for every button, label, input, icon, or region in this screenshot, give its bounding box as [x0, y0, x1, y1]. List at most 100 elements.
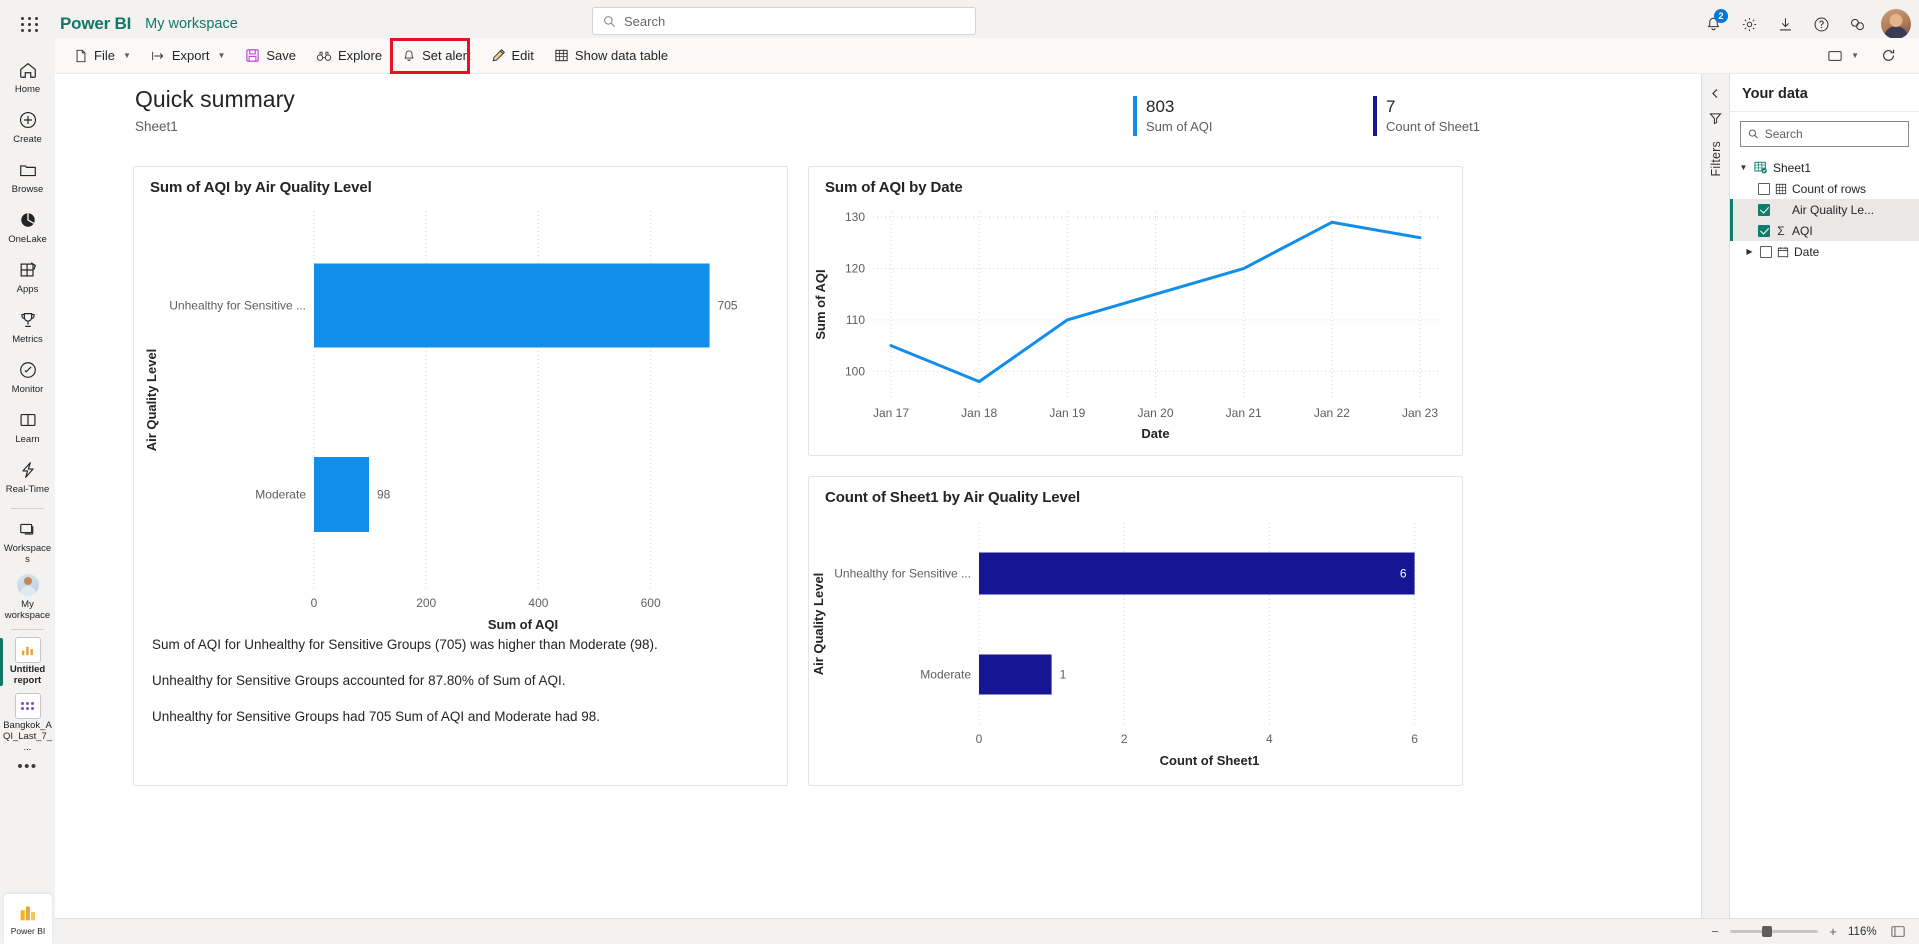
power-bi-footer-label: Power BI	[10, 926, 46, 936]
line-chart-sum-aqi-by-date[interactable]: 100 110 120 130 Jan 17 Jan 18 Jan 19 Jan 20 Jan …	[809, 200, 1462, 455]
tree-node-air-quality-level[interactable]: Air Quality Le...	[1730, 199, 1919, 220]
svg-text:Jan 21: Jan 21	[1226, 406, 1262, 420]
save-icon	[246, 49, 260, 62]
checkbox[interactable]	[1758, 203, 1770, 216]
explore-label: Explore	[338, 48, 383, 63]
chevron-left-icon[interactable]	[1705, 82, 1727, 104]
download-button[interactable]	[1767, 6, 1803, 42]
data-search-input[interactable]	[1764, 127, 1901, 141]
visual-card-count-by-level[interactable]: Count of Sheet1 by Air Quality Level Unh…	[808, 476, 1463, 786]
tree-node-count-of-rows[interactable]: Count of rows	[1730, 178, 1919, 199]
global-search[interactable]	[592, 7, 976, 35]
sidebar-label: My workspace	[4, 599, 51, 621]
tree-node-sheet1[interactable]: ▼ Sheet1	[1730, 157, 1919, 178]
brand-title[interactable]: Power BI	[60, 14, 131, 34]
kpi-card-count-sheet1[interactable]: 7 Count of Sheet1	[1373, 96, 1613, 136]
visual-card-sum-aqi-by-date[interactable]: Sum of AQI by Date 100 110 120 130 Jan 17 Jan…	[808, 166, 1463, 456]
kpi-value: 7	[1386, 97, 1396, 116]
workspace-breadcrumb[interactable]: My workspace	[145, 16, 238, 32]
zoom-slider-thumb[interactable]	[1762, 926, 1772, 937]
sidebar-label: Create	[13, 134, 42, 145]
kpi-value: 803	[1146, 97, 1175, 116]
fields-tree: ▼ Sheet1 Count of rows Air Quality Le...	[1730, 153, 1919, 262]
svg-text:Unhealthy for Sensitive ...: Unhealthy for Sensitive ...	[834, 567, 971, 581]
sidebar-more-button[interactable]: •••	[0, 757, 55, 807]
view-mode-button[interactable]: ▼	[1818, 42, 1868, 70]
chevron-right-icon[interactable]: ▶	[1744, 247, 1755, 256]
sidebar-item-apps[interactable]: Apps	[0, 254, 55, 304]
svg-text:Unhealthy for Sensitive ...: Unhealthy for Sensitive ...	[169, 299, 306, 313]
folder-icon	[18, 159, 38, 181]
chevron-down-icon[interactable]: ▼	[1738, 163, 1749, 172]
pencil-icon	[492, 49, 505, 62]
sidebar-item-dataset[interactable]: Bangkok_AQI_Last_7_...	[0, 690, 55, 757]
set-alert-button[interactable]: Set alert	[393, 42, 479, 70]
sidebar-label: Metrics	[12, 334, 43, 345]
count-icon	[1775, 183, 1787, 194]
visual-card-sum-aqi-by-level[interactable]: Sum of AQI by Air Quality Level Unhealth…	[133, 166, 788, 786]
fit-to-page-icon[interactable]	[1891, 925, 1905, 938]
svg-text:4: 4	[1266, 732, 1273, 746]
power-bi-footer-button[interactable]: Power BI	[4, 894, 52, 944]
svg-text:110: 110	[846, 313, 865, 327]
sidebar-item-real-time[interactable]: Real-Time	[0, 454, 55, 504]
search-icon	[1748, 129, 1758, 139]
zoom-slider[interactable]	[1730, 926, 1818, 937]
save-button[interactable]: Save	[236, 42, 305, 70]
svg-text:Date: Date	[1141, 426, 1169, 441]
trophy-icon	[18, 309, 38, 331]
sidebar-item-create[interactable]: Create	[0, 104, 55, 154]
sidebar-label: Real-Time	[5, 484, 50, 495]
sidebar-item-metrics[interactable]: Metrics	[0, 304, 55, 354]
tree-node-date[interactable]: ▶ Date	[1730, 241, 1919, 262]
edit-button[interactable]: Edit	[482, 42, 543, 70]
app-launcher-icon[interactable]	[8, 2, 52, 46]
sidebar-item-monitor[interactable]: Monitor	[0, 354, 55, 404]
help-button[interactable]	[1803, 6, 1839, 42]
filters-pane-collapsed[interactable]: Filters	[1701, 74, 1729, 944]
feedback-button[interactable]	[1839, 6, 1875, 42]
explore-button[interactable]: Explore	[307, 42, 391, 70]
sidebar-label: Learn	[15, 434, 40, 445]
file-menu-button[interactable]: File ▼	[65, 42, 140, 70]
user-avatar[interactable]	[1881, 9, 1911, 39]
search-input[interactable]	[624, 13, 965, 29]
bar-chart-count-sheet1[interactable]: Unhealthy for Sensitive ... 6 Moderate 1 0 2 4…	[809, 513, 1462, 785]
power-bi-logo-icon	[20, 906, 35, 921]
report-command-bar: File ▼ Export ▼ Save Explore Set alert E…	[55, 38, 1919, 74]
kpi-card-sum-aqi[interactable]: 803 Sum of AQI	[1133, 96, 1373, 136]
bar-chart-sum-aqi[interactable]: Unhealthy for Sensitive ... 705 Moderate 98…	[134, 201, 787, 651]
settings-button[interactable]	[1731, 6, 1767, 42]
sidebar-item-browse[interactable]: Browse	[0, 154, 55, 204]
sidebar-item-learn[interactable]: Learn	[0, 404, 55, 454]
checkbox[interactable]	[1760, 245, 1772, 258]
status-bar: − + 116%	[55, 918, 1919, 944]
sidebar-item-workspaces[interactable]: Workspaces	[0, 513, 55, 569]
data-search-box[interactable]	[1740, 121, 1909, 147]
sidebar-item-home[interactable]: Home	[0, 54, 55, 104]
tree-node-label: AQI	[1792, 223, 1813, 238]
alert-bell-icon	[404, 49, 414, 61]
zoom-in-button[interactable]: +	[1827, 924, 1839, 939]
more-dots-icon: •••	[17, 758, 38, 775]
export-menu-button[interactable]: Export ▼	[142, 42, 235, 70]
left-navigation-rail: Home Create Browse OneLake Apps Metrics …	[0, 48, 55, 944]
insight-line: Sum of AQI for Unhealthy for Sensitive G…	[152, 637, 658, 652]
sidebar-item-untitled-report[interactable]: Untitled report	[0, 634, 55, 690]
notifications-button[interactable]: 2	[1695, 6, 1731, 42]
show-data-table-button[interactable]: Show data table	[545, 42, 677, 70]
refresh-button[interactable]	[1872, 42, 1905, 70]
tree-node-aqi[interactable]: Σ AQI	[1730, 220, 1919, 241]
report-icon	[14, 637, 41, 663]
search-icon	[604, 15, 615, 27]
export-label: Export	[171, 48, 210, 63]
checkbox[interactable]	[1758, 224, 1770, 237]
page-subtitle: Sheet1	[135, 119, 178, 134]
tree-node-label: Air Quality Le...	[1792, 202, 1875, 217]
zoom-out-button[interactable]: −	[1709, 924, 1721, 939]
sidebar-item-my-workspace[interactable]: My workspace	[0, 569, 55, 625]
checkbox[interactable]	[1758, 182, 1770, 195]
plus-circle-icon	[18, 109, 38, 131]
svg-text:Air Quality Level: Air Quality Level	[144, 349, 159, 452]
sidebar-item-onelake[interactable]: OneLake	[0, 204, 55, 254]
